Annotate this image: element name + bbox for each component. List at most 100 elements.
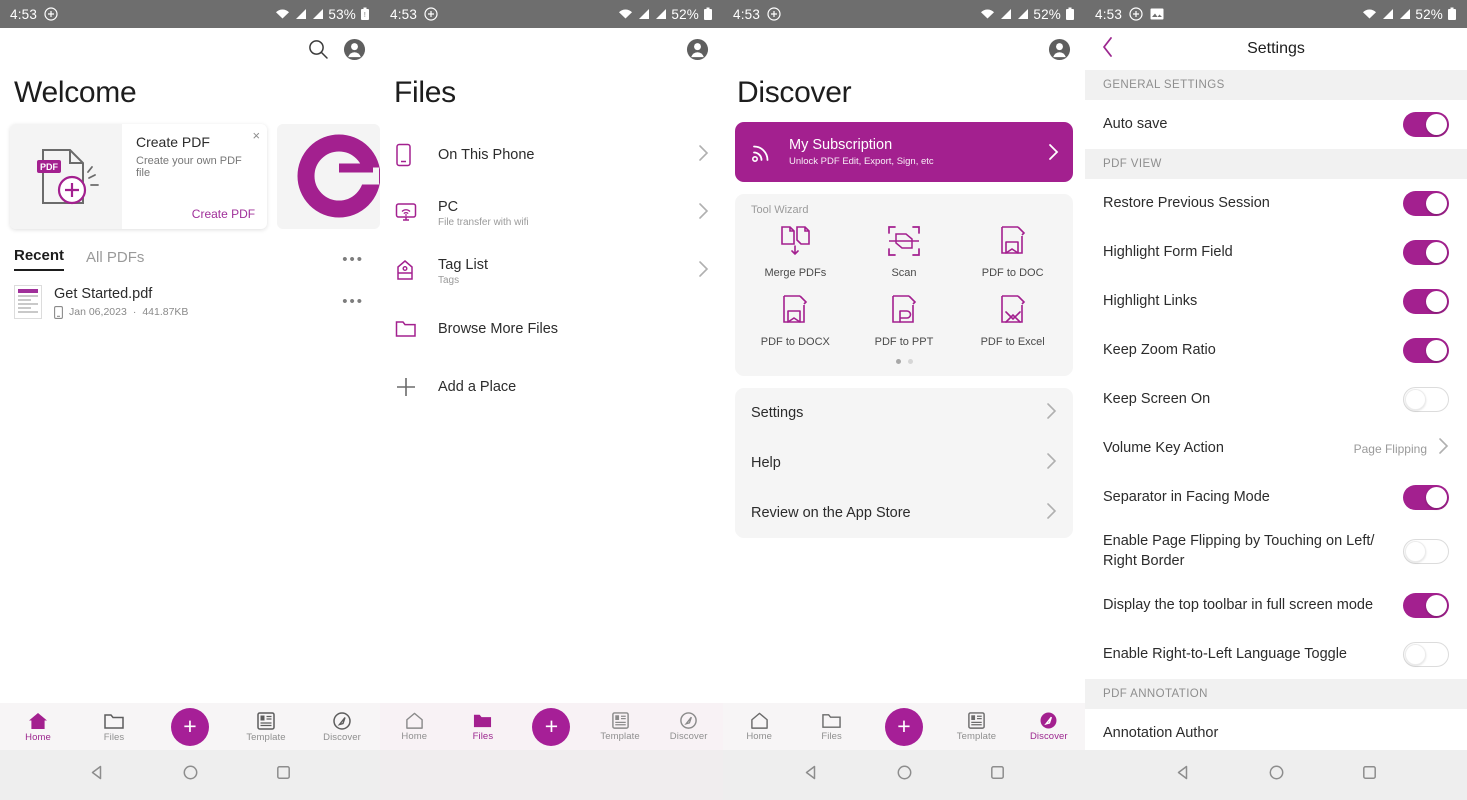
- chevron-left-icon[interactable]: [1101, 36, 1115, 63]
- tab-create-fab[interactable]: +: [152, 707, 228, 746]
- tab-home[interactable]: Home: [380, 711, 449, 742]
- tab-recent[interactable]: Recent: [14, 247, 65, 271]
- tool-wizard-pager-dots: [741, 348, 1067, 364]
- home-circle-icon[interactable]: [896, 764, 913, 786]
- back-triangle-icon[interactable]: [803, 764, 820, 786]
- close-icon[interactable]: ×: [253, 129, 261, 142]
- promo-title: Create PDF: [136, 134, 210, 150]
- back-triangle-icon[interactable]: [1175, 764, 1192, 786]
- setting-row-volume-key-action[interactable]: Volume Key Action Page Flipping: [1085, 424, 1467, 473]
- tool-pdf-to-docx[interactable]: PDF to DOCX: [741, 291, 850, 348]
- tool-label: PDF to Excel: [980, 336, 1045, 348]
- account-avatar-icon[interactable]: [343, 38, 366, 61]
- recents-square-icon[interactable]: [989, 764, 1006, 786]
- setting-row-highlight-form-field[interactable]: Highlight Form Field: [1085, 228, 1467, 277]
- tool-pdf-to-doc[interactable]: PDF to DOC: [958, 222, 1067, 279]
- list-overflow-button[interactable]: •••: [342, 251, 364, 268]
- tab-all-pdfs[interactable]: All PDFs: [86, 249, 144, 271]
- tab-template[interactable]: Template: [228, 711, 304, 743]
- setting-row-enable-page-flipping[interactable]: Enable Page Flipping by Touching on Left…: [1085, 522, 1467, 581]
- setting-row-keep-screen-on[interactable]: Keep Screen On: [1085, 375, 1467, 424]
- tab-create-fab[interactable]: +: [868, 707, 940, 746]
- tool-scan[interactable]: Scan: [850, 222, 959, 279]
- files-item-tag-list[interactable]: Tag List Tags: [380, 242, 723, 300]
- home-circle-icon[interactable]: [182, 764, 199, 786]
- tab-files[interactable]: Files: [795, 711, 867, 742]
- menu-item-help[interactable]: Help: [735, 438, 1073, 488]
- tool-pdf-to-excel[interactable]: PDF to Excel: [958, 291, 1067, 348]
- setting-row-auto-save[interactable]: Auto save: [1085, 100, 1467, 149]
- tab-discover[interactable]: Discover: [654, 711, 723, 742]
- back-triangle-icon[interactable]: [89, 764, 106, 786]
- files-item-label: Browse More Files: [438, 321, 559, 337]
- recents-square-icon[interactable]: [1361, 764, 1378, 786]
- subscription-subtitle: Unlock PDF Edit, Export, Sign, etc: [789, 156, 934, 167]
- file-overflow-button[interactable]: •••: [342, 293, 364, 310]
- tab-files[interactable]: Files: [76, 711, 152, 743]
- plus-fab-icon[interactable]: +: [532, 707, 571, 746]
- status-time: 4:53: [390, 6, 418, 22]
- toggle-highlight-form-field[interactable]: [1403, 240, 1449, 265]
- tab-template[interactable]: Template: [940, 711, 1012, 742]
- file-meta-separator: ·: [132, 306, 137, 318]
- toggle-keep-screen-on[interactable]: [1403, 387, 1449, 412]
- toggle-enable-page-flipping[interactable]: [1403, 539, 1449, 564]
- tab-create-fab[interactable]: +: [517, 707, 586, 746]
- setting-row-keep-zoom-ratio[interactable]: Keep Zoom Ratio: [1085, 326, 1467, 375]
- plus-fab-icon[interactable]: +: [171, 707, 209, 746]
- setting-row-enable-rtl-toggle[interactable]: Enable Right-to-Left Language Toggle: [1085, 630, 1467, 679]
- files-item-on-this-phone[interactable]: On This Phone: [380, 126, 723, 184]
- create-pdf-promo-card[interactable]: PDF × Create PDF Create your own PDF fil…: [10, 124, 268, 229]
- tool-wizard-card: Tool Wizard Merge PDFs Scan PDF to DOC P…: [735, 194, 1073, 376]
- tab-discover[interactable]: Discover: [1013, 711, 1085, 742]
- status-bar-left: 4:53: [390, 7, 438, 22]
- recents-square-icon[interactable]: [275, 764, 292, 786]
- setting-row-display-top-toolbar[interactable]: Display the top toolbar in full screen m…: [1085, 581, 1467, 630]
- tab-home[interactable]: Home: [0, 711, 76, 743]
- files-item-add-a-place[interactable]: Add a Place: [380, 358, 723, 416]
- pager-dot-active[interactable]: [895, 359, 901, 364]
- setting-row-separator-in-facing-mode[interactable]: Separator in Facing Mode: [1085, 473, 1467, 522]
- pager-dot[interactable]: [907, 359, 913, 364]
- signal-icon: [654, 8, 667, 20]
- battery-icon: !: [360, 7, 370, 21]
- toggle-highlight-links[interactable]: [1403, 289, 1449, 314]
- create-pdf-button[interactable]: Create PDF: [136, 207, 255, 221]
- my-subscription-banner[interactable]: My Subscription Unlock PDF Edit, Export,…: [735, 122, 1073, 182]
- next-promo-card[interactable]: [277, 124, 380, 229]
- subscription-texts: My Subscription Unlock PDF Edit, Export,…: [789, 137, 1047, 167]
- menu-item-settings[interactable]: Settings: [735, 388, 1073, 438]
- home-icon: [404, 711, 425, 730]
- search-icon[interactable]: [307, 38, 329, 60]
- toggle-auto-save[interactable]: [1403, 112, 1449, 137]
- tab-template[interactable]: Template: [586, 711, 655, 742]
- toggle-keep-zoom-ratio[interactable]: [1403, 338, 1449, 363]
- tool-pdf-to-ppt[interactable]: PDF to PPT: [850, 291, 959, 348]
- home-circle-icon[interactable]: [1268, 764, 1285, 786]
- file-size: 441.87KB: [142, 306, 189, 318]
- bottom-tab-bar-home: Home Files + Template Discover: [0, 703, 380, 750]
- tab-home-label: Home: [25, 731, 51, 743]
- toggle-display-top-toolbar[interactable]: [1403, 593, 1449, 618]
- menu-item-review-on-the-app-store[interactable]: Review on the App Store: [735, 488, 1073, 538]
- files-item-browse-more-files[interactable]: Browse More Files: [380, 300, 723, 358]
- account-avatar-icon[interactable]: [1048, 38, 1071, 61]
- tool-merge-pdfs[interactable]: Merge PDFs: [741, 222, 850, 279]
- compass-icon: [678, 711, 699, 730]
- files-item-label: PC: [438, 198, 459, 215]
- toggle-separator-in-facing-mode[interactable]: [1403, 485, 1449, 510]
- plus-fab-icon[interactable]: +: [885, 707, 924, 746]
- toggle-restore-previous-session[interactable]: [1403, 191, 1449, 216]
- setting-row-highlight-links[interactable]: Highlight Links: [1085, 277, 1467, 326]
- file-list-item[interactable]: Get Started.pdf Jan 06,2023 · 441.87KB •…: [0, 271, 380, 319]
- home-tab-strip: Recent All PDFs •••: [0, 229, 380, 271]
- toggle-enable-rtl[interactable]: [1403, 642, 1449, 667]
- tab-files[interactable]: Files: [449, 711, 518, 742]
- template-icon: [966, 711, 987, 730]
- tab-discover[interactable]: Discover: [304, 711, 380, 743]
- setting-row-restore-previous-session[interactable]: Restore Previous Session: [1085, 179, 1467, 228]
- tab-home[interactable]: Home: [723, 711, 795, 742]
- signal-icon: [1016, 8, 1029, 20]
- account-avatar-icon[interactable]: [686, 38, 709, 61]
- files-item-pc[interactable]: PC File transfer with wifi: [380, 184, 723, 242]
